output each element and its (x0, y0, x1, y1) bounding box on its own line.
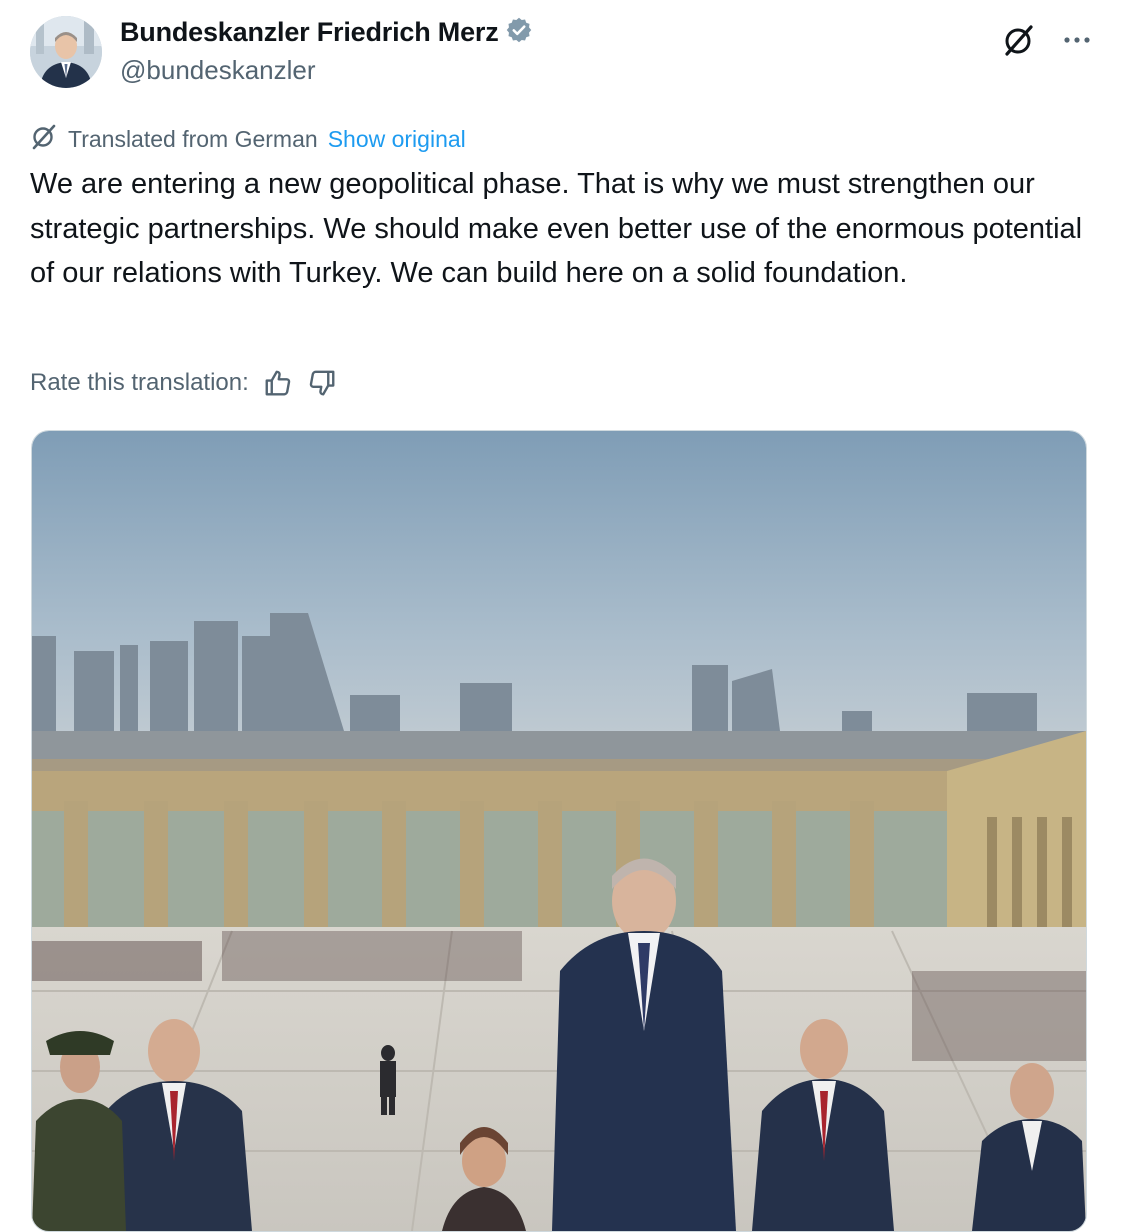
translate-icon (30, 122, 58, 156)
show-original-link[interactable]: Show original (328, 126, 466, 153)
avatar-image (30, 16, 102, 88)
translated-label: Translated from German (68, 125, 318, 152)
author-handle[interactable]: @bundeskanzler (120, 55, 316, 86)
verified-badge-icon (505, 16, 533, 49)
grok-icon[interactable] (1001, 22, 1037, 58)
rate-translation-label: Rate this translation: (30, 369, 249, 396)
thumbs-down-icon[interactable] (307, 368, 337, 398)
photo-illustration (32, 431, 1086, 1231)
tweet-text: We are entering a new geopolitical phase… (30, 168, 1083, 289)
tweet-photo[interactable] (31, 430, 1087, 1232)
more-icon[interactable] (1063, 36, 1091, 44)
author-display-name[interactable]: Bundeskanzler Friedrich Merz (120, 17, 499, 48)
thumbs-up-icon[interactable] (263, 368, 293, 398)
avatar[interactable] (30, 16, 102, 88)
